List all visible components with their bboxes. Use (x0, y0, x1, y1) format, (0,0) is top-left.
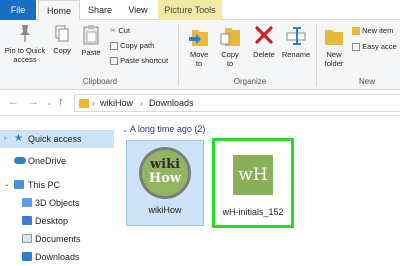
star-icon: ★ (14, 133, 23, 144)
navigation-pane: › ★ Quick access OneDrive ⌄ This PC 3D O… (0, 116, 114, 266)
ribbon: Pin to Quick access Copy Paste ✂ Cut Cop… (0, 20, 400, 90)
file-list: ⌄ A long time ago (2) wiki How wikiHow w… (114, 116, 400, 266)
copy-button[interactable]: Copy (50, 24, 74, 55)
clipboard-group-label: Clipboard (82, 77, 118, 86)
cloud-icon (14, 157, 26, 164)
new-folder-button[interactable]: New folder (320, 24, 348, 68)
copy-path-button[interactable]: Copy path (110, 41, 170, 51)
tab-share[interactable]: Share (82, 0, 118, 20)
chevron-right-icon: › (140, 98, 143, 108)
paste-button[interactable]: Paste (78, 24, 104, 57)
tab-file[interactable]: File (0, 0, 36, 20)
new-item-button[interactable]: New item (352, 26, 400, 36)
file-item-wh-initials[interactable]: wH wH-initials_152 (212, 138, 294, 228)
delete-button[interactable]: Delete (250, 24, 278, 59)
rename-icon (286, 27, 306, 45)
forward-arrow-icon[interactable]: → (28, 96, 39, 108)
wh-initials-thumbnail: wH (233, 155, 273, 195)
folder-icon (79, 99, 89, 108)
copy-to-button[interactable]: Copy to (216, 24, 244, 68)
up-arrow-icon[interactable]: ↑ (58, 96, 64, 108)
cut-button[interactable]: ✂ Cut (110, 26, 170, 35)
group-header[interactable]: ⌄ A long time ago (2) (122, 124, 205, 134)
nav-item-onedrive[interactable]: OneDrive (0, 152, 114, 170)
new-folder-icon (325, 30, 343, 45)
address-row: ← → ⌄ ↑ › wikiHow › Downloads (0, 90, 400, 116)
nav-item-downloads[interactable]: Downloads (0, 248, 114, 266)
wikihow-logo: wiki How (139, 147, 191, 199)
document-icon (22, 234, 32, 243)
desktop-icon (22, 216, 32, 225)
cube-icon (22, 198, 32, 207)
breadcrumb-wikihow[interactable]: wikiHow (100, 98, 133, 108)
chevron-right-icon: › (92, 98, 95, 108)
new-item-icon (352, 27, 360, 36)
breadcrumb-downloads[interactable]: Downloads (149, 98, 194, 108)
address-bar[interactable]: › wikiHow › Downloads (74, 94, 400, 112)
move-to-icon (189, 30, 208, 46)
paste-shortcut-icon (110, 57, 118, 66)
easy-access-icon (352, 43, 360, 52)
nav-item-documents[interactable]: Documents (0, 230, 114, 248)
chevron-right-icon: › (4, 135, 7, 142)
move-to-button[interactable]: Move to (184, 24, 214, 68)
nav-item-3d-objects[interactable]: 3D Objects (0, 194, 114, 212)
ribbon-divider (178, 24, 179, 86)
new-group-label: New (358, 77, 375, 86)
tab-home[interactable]: Home (38, 0, 80, 21)
computer-icon (14, 180, 24, 189)
file-item-wikihow[interactable]: wiki How wikiHow (126, 140, 204, 226)
nav-item-desktop[interactable]: Desktop (0, 212, 114, 230)
pin-button[interactable]: Pin to Quick access (2, 24, 48, 64)
file-name: wH-initials_152 (222, 207, 284, 217)
nav-item-quick-access[interactable]: › ★ Quick access (0, 130, 114, 148)
delete-icon (255, 26, 273, 44)
chevron-down-icon[interactable]: ⌄ (46, 98, 53, 107)
download-icon (22, 252, 32, 261)
chevron-down-icon: ⌄ (4, 181, 10, 188)
scissors-icon: ✂ (110, 26, 117, 35)
tab-picture-tools[interactable]: Picture Tools (158, 0, 222, 20)
easy-access-button[interactable]: Easy acce (352, 42, 400, 52)
copy-path-icon (110, 42, 118, 51)
rename-button[interactable]: Rename (280, 24, 312, 59)
organize-group-label: Organize (233, 77, 267, 86)
paste-shortcut-button[interactable]: Paste shortcut (110, 56, 176, 66)
tab-view[interactable]: View (122, 0, 154, 20)
chevron-down-icon: ⌄ (122, 127, 128, 134)
copy-to-icon (220, 28, 240, 46)
copy-icon (55, 25, 69, 42)
nav-item-this-pc[interactable]: ⌄ This PC (0, 176, 114, 194)
file-name: wikiHow (148, 205, 182, 215)
back-arrow-icon[interactable]: ← (8, 96, 19, 108)
ribbon-divider (316, 24, 317, 86)
pin-icon (20, 25, 30, 42)
clipboard-icon (83, 25, 99, 45)
ribbon-tabs: File Home Share View Picture Tools (0, 0, 400, 21)
